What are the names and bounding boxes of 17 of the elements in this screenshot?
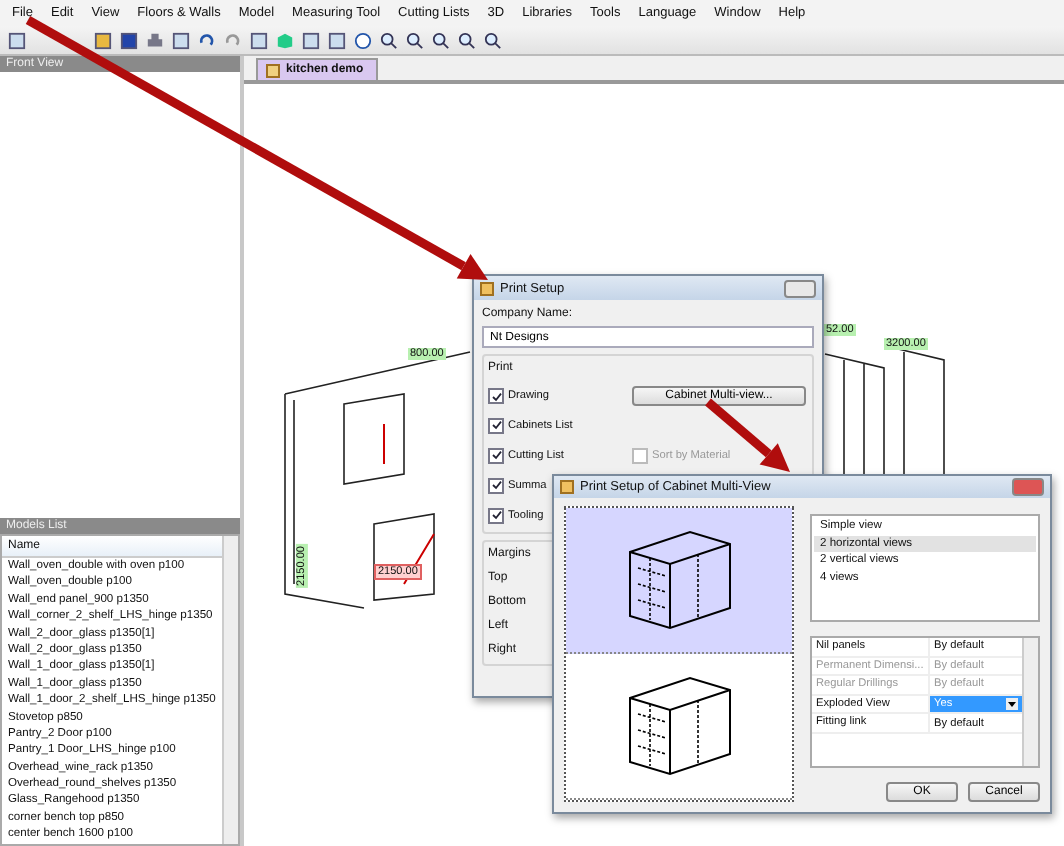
check-icon [491, 510, 501, 520]
app-icon [560, 480, 574, 494]
preview-pane[interactable] [566, 508, 792, 654]
document-icon [266, 63, 280, 77]
close-button[interactable] [784, 279, 816, 297]
dropdown-icon[interactable] [1006, 698, 1018, 711]
check-icon [491, 480, 501, 490]
print-icon[interactable] [146, 31, 164, 49]
check-icon [491, 450, 501, 460]
undo-icon[interactable] [198, 31, 216, 49]
app-icon [480, 281, 494, 295]
scrollbar[interactable] [1022, 638, 1038, 766]
zoom-out-icon[interactable] [406, 31, 424, 49]
check-icon [491, 420, 501, 430]
zoom-in-icon[interactable] [380, 31, 398, 49]
check-icon [491, 391, 501, 401]
scrollbar[interactable] [222, 536, 238, 844]
